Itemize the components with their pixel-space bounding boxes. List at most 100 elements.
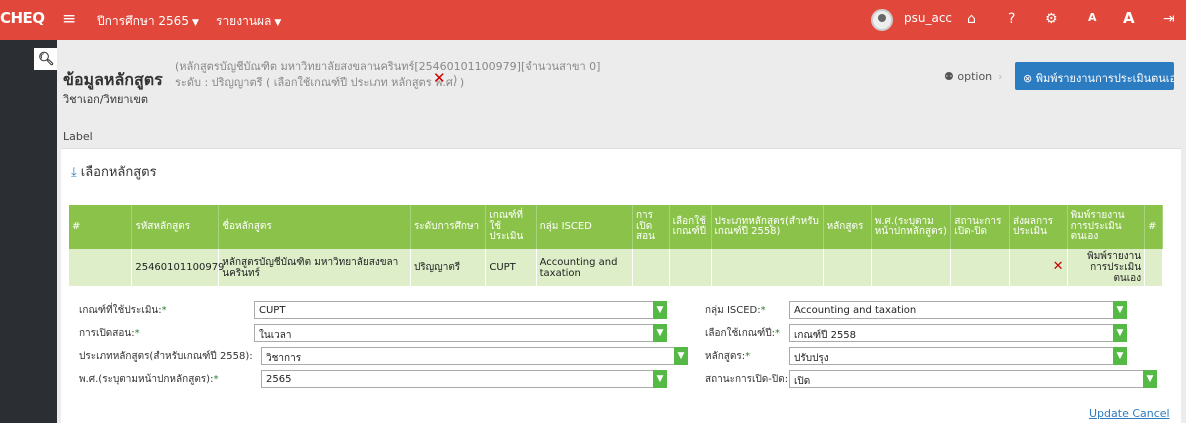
cell-name: หลักสูตรบัญชีบัณฑิต มหาวิทยาลัยสงขลานคริ… xyxy=(218,249,411,286)
option-link[interactable]: ⚉ option › xyxy=(944,70,1003,83)
required-mark: * xyxy=(213,374,219,385)
criteria-select[interactable]: CUPT ▼ xyxy=(254,301,667,319)
hamburger-menu-icon[interactable]: ≡ xyxy=(62,9,76,29)
isced-value: Accounting and taxation xyxy=(794,305,917,316)
status-label: สถานะการเปิด-ปิด: xyxy=(705,372,788,387)
isced-label-text: กลุ่ม ISCED: xyxy=(705,305,761,316)
required-mark: * xyxy=(745,351,751,362)
type-select[interactable]: วิชาการ ▼ xyxy=(261,347,688,365)
close-icon[interactable]: ✕ xyxy=(433,69,446,87)
isced-select[interactable]: Accounting and taxation ▼ xyxy=(789,301,1127,319)
criteria-year-value: เกณฑ์ปี 2558 xyxy=(794,330,857,341)
cell-year xyxy=(871,249,952,286)
criteria-value: CUPT xyxy=(259,305,286,316)
criteria-year-label: เลือกใช้เกณฑ์ปี:* xyxy=(705,326,780,341)
cell-level: ปริญญาตรี xyxy=(410,249,487,286)
chevron-down-icon: ▼ xyxy=(191,18,199,28)
teaching-select[interactable]: ในเวลา ▼ xyxy=(254,324,667,342)
type-value: วิชาการ xyxy=(266,353,302,364)
option-label: option xyxy=(957,70,993,83)
chevron-down-icon: ▼ xyxy=(653,324,667,342)
top-navbar: CHEQ ≡ ปีการศึกษา 2565 ▼ รายงานผล ▼ psu_ac… xyxy=(0,0,1186,40)
type-label: ประเภทหลักสูตร(สำหรับเกณฑ์ปี 2558): xyxy=(79,349,253,364)
cell-criteria: CUPT xyxy=(485,249,537,286)
users-icon: ⚉ xyxy=(944,70,954,83)
required-mark: * xyxy=(760,305,766,316)
cell-curriculum xyxy=(823,249,872,286)
menu-report[interactable]: รายงานผล ▼ xyxy=(216,12,281,31)
col-header: เลือกใช้เกณฑ์ปี xyxy=(669,205,712,249)
col-header: สถานะการเปิด-ปิด xyxy=(950,205,1010,249)
col-header: พ.ศ.(ระบุตามหน้าปกหลักสูตร) xyxy=(871,205,952,249)
curriculum-level: ระดับ : ปริญญาตรี ( เลือกใช้เกณฑ์ปี ประเ… xyxy=(175,76,465,89)
teaching-label: การเปิดสอน:* xyxy=(79,326,140,341)
col-header: # xyxy=(1144,205,1163,249)
chevron-down-icon: ▼ xyxy=(674,347,688,365)
year-label: พ.ศ.(ระบุตามหน้าปกหลักสูตร):* xyxy=(79,372,218,387)
col-header: ประเภทหลักสูตร(สำหรับเกณฑ์ปี 2558) xyxy=(711,205,824,249)
year-label-text: พ.ศ.(ระบุตามหน้าปกหลักสูตร): xyxy=(79,374,214,385)
update-link[interactable]: Update xyxy=(1089,407,1129,420)
close-icon[interactable]: ✕ xyxy=(1053,259,1064,274)
required-mark: * xyxy=(161,305,167,316)
chevron-down-icon: ▼ xyxy=(653,370,667,388)
curriculum-label-text: หลักสูตร: xyxy=(705,351,746,362)
cancel-link[interactable]: Cancel xyxy=(1132,407,1169,420)
col-header: ชื่อหลักสูตร xyxy=(218,205,411,249)
criteria-label-text: เกณฑ์ที่ใช้ประเมิน: xyxy=(79,305,162,316)
sidebar: 🔍︎ xyxy=(0,40,57,423)
close-circle-icon: ⊗ xyxy=(1023,72,1033,85)
criteria-year-select[interactable]: เกณฑ์ปี 2558 ▼ xyxy=(789,324,1127,342)
brand-logo[interactable]: CHEQ xyxy=(0,9,45,27)
curriculum-table: # รหัสหลักสูตร ชื่อหลักสูตร ระดับการศึกษ… xyxy=(69,205,1163,286)
col-header: ระดับการศึกษา xyxy=(410,205,487,249)
cell-type xyxy=(711,249,824,286)
logout-icon[interactable]: ⇥ xyxy=(1163,11,1175,27)
panel-title-label: เลือกหลักสูตร xyxy=(80,165,157,180)
cell-end xyxy=(1144,249,1163,286)
print-report-button[interactable]: ⊗ พิมพ์รายงานการประเมินตนเอง xyxy=(1015,62,1174,90)
status-select[interactable]: เปิด ▼ xyxy=(789,370,1157,388)
cell-submit: ✕ xyxy=(1009,249,1068,286)
cell-code: 25460101100979 xyxy=(131,249,224,286)
required-mark: * xyxy=(775,328,781,339)
isced-label: กลุ่ม ISCED:* xyxy=(705,303,766,318)
search-icon[interactable]: 🔍︎ xyxy=(38,52,55,67)
form-actions: Update Cancel xyxy=(1089,407,1170,420)
close-paren: ) xyxy=(453,73,458,86)
home-icon[interactable]: ⌂ xyxy=(967,11,976,27)
year-value: 2565 xyxy=(266,374,292,385)
cell-print-link[interactable]: พิมพ์รายงานการประเมินตนเอง xyxy=(1067,249,1146,286)
teaching-label-text: การเปิดสอน: xyxy=(79,328,135,339)
username[interactable]: psu_acc xyxy=(904,11,952,25)
label-text: Label xyxy=(63,130,93,143)
col-header: รหัสหลักสูตร xyxy=(131,205,220,249)
cell-isced: Accounting and taxation xyxy=(536,249,633,286)
menu-academic-year[interactable]: ปีการศึกษา 2565 ▼ xyxy=(97,12,199,31)
font-large-button[interactable]: A xyxy=(1123,9,1135,27)
chevron-down-icon: ▼ xyxy=(274,18,282,28)
curriculum-value: ปรับปรุง xyxy=(794,353,829,364)
table-row[interactable]: 25460101100979 หลักสูตรบัญชีบัณฑิต มหาวิ… xyxy=(69,249,1163,286)
major-campus-label: วิชาเอก/วิทยาเขต xyxy=(63,93,149,106)
curriculum-select[interactable]: ปรับปรุง ▼ xyxy=(789,347,1127,365)
font-small-button[interactable]: A xyxy=(1088,11,1097,24)
col-header: การเปิดสอน xyxy=(632,205,670,249)
help-icon[interactable]: ? xyxy=(1008,11,1015,27)
user-avatar[interactable] xyxy=(871,9,893,31)
chevron-down-icon: ▼ xyxy=(1113,301,1127,319)
col-header: เกณฑ์ที่ใช้ประเมิน xyxy=(485,205,537,249)
col-header: ส่งผลการประเมิน xyxy=(1009,205,1068,249)
col-header: พิมพ์รายงานการประเมินตนเอง xyxy=(1067,205,1146,249)
chevron-down-icon: ▼ xyxy=(1113,324,1127,342)
year-select[interactable]: 2565 ▼ xyxy=(261,370,667,388)
settings-icon[interactable]: ⚙ xyxy=(1045,11,1058,27)
type-label-text: ประเภทหลักสูตร(สำหรับเกณฑ์ปี 2558): xyxy=(79,351,253,362)
criteria-label: เกณฑ์ที่ใช้ประเมิน:* xyxy=(79,303,167,318)
required-mark: * xyxy=(134,328,140,339)
col-header: หลักสูตร xyxy=(823,205,872,249)
menu-academic-year-label: ปีการศึกษา 2565 xyxy=(97,14,189,28)
cell-status xyxy=(950,249,1010,286)
status-label-text: สถานะการเปิด-ปิด: xyxy=(705,374,789,385)
select-curriculum-panel: ⤓ เลือกหลักสูตร # รหัสหลักสูตร ชื่อหลักสู… xyxy=(61,148,1181,423)
